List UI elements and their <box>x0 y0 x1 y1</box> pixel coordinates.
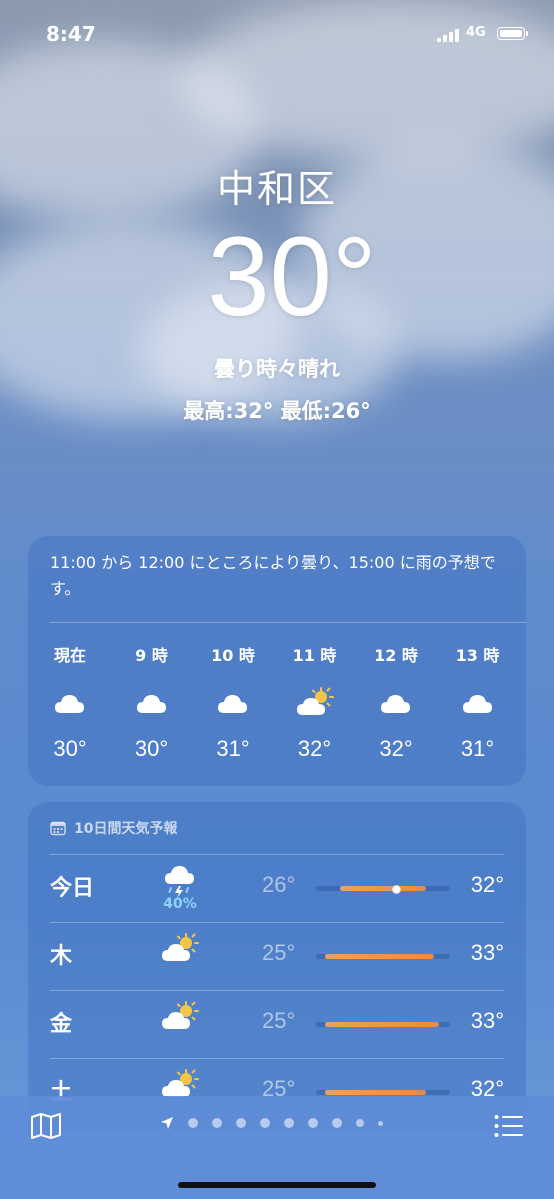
cloud-icon <box>120 682 184 722</box>
hour-label: 現在 <box>53 646 86 665</box>
page-dot[interactable] <box>284 1118 294 1128</box>
page-dot[interactable] <box>212 1118 222 1128</box>
hour-temperature: 30° <box>134 736 169 761</box>
temperature-range-bar <box>316 885 450 894</box>
day-low-temp: 25° <box>262 1008 296 1033</box>
hourly-forecast-card[interactable]: 11:00 から 12:00 にところにより曇り、15:00 に雨の予想です。 … <box>28 536 526 786</box>
temperature-range-fill <box>325 1090 426 1095</box>
day-high-temp: 32° <box>470 872 504 897</box>
cloud-icon <box>446 682 510 722</box>
divider <box>50 622 526 623</box>
cloud-icon <box>364 682 428 722</box>
temperature-range-fill <box>340 886 426 891</box>
current-temperature: 30° <box>207 214 377 339</box>
day-low-temp: 25° <box>262 940 296 965</box>
signal-icon <box>437 28 459 42</box>
current-temp-marker <box>391 885 401 894</box>
day-high-temp: 33° <box>470 1008 504 1033</box>
hour-temperature: 31° <box>216 736 250 761</box>
partly-sunny-icon <box>283 682 347 722</box>
map-icon[interactable] <box>30 1112 62 1144</box>
temperature-range-fill <box>325 1022 440 1027</box>
status-time: 8:47 <box>46 22 96 46</box>
hour-item: 11 時 32° <box>283 642 347 762</box>
city-name: 中和区 <box>216 167 337 211</box>
hour-item: 現在 30° <box>38 642 102 762</box>
temperature-range-bar <box>316 1090 450 1095</box>
day-row[interactable]: 木 25° 33° <box>28 922 526 990</box>
temperature-range-bar <box>316 954 450 959</box>
day-low-temp: 26° <box>262 872 296 897</box>
home-indicator[interactable] <box>178 1182 376 1188</box>
day-row[interactable]: 今日 40% 26° 32° <box>28 854 526 922</box>
partly-sunny-icon <box>160 932 200 968</box>
hour-item: 9 時 30° <box>120 642 184 762</box>
hour-label: 9 時 <box>135 646 168 665</box>
high-low-temperature: 最高:32° 最低:26° <box>183 399 371 423</box>
hour-item: 10 時 31° <box>201 642 265 762</box>
hour-item: 12 時 32° <box>364 642 428 762</box>
hour-item: 13 時 31° <box>446 642 510 762</box>
hour-temperature: 31° <box>460 736 495 761</box>
network-type: 4G <box>466 25 486 40</box>
cloud-icon <box>201 682 265 722</box>
weather-condition: 曇り時々晴れ <box>214 357 340 381</box>
precipitation-chance: 40% <box>163 896 197 912</box>
hour-label: 13 時 <box>455 646 500 665</box>
page-dot[interactable] <box>260 1118 270 1128</box>
page-dot[interactable] <box>236 1118 246 1128</box>
page-dot[interactable] <box>308 1118 318 1128</box>
partly-sunny-icon <box>160 1000 200 1036</box>
hour-temperature: 30° <box>53 736 87 761</box>
current-weather: 中和区 30° 曇り時々晴れ 最高:32° 最低:26° <box>0 158 554 425</box>
page-dot[interactable] <box>332 1118 342 1128</box>
day-name: 金 <box>50 1012 73 1037</box>
temperature-range-fill <box>325 954 434 959</box>
hour-temperature: 32° <box>379 736 413 761</box>
list-icon[interactable] <box>494 1114 524 1142</box>
page-dot[interactable] <box>356 1119 364 1127</box>
day-name: 今日 <box>50 876 95 901</box>
status-bar: 8:47 4G <box>0 18 554 48</box>
hour-temperature: 32° <box>297 736 332 761</box>
page-dot[interactable] <box>188 1118 198 1128</box>
day-row[interactable]: 金 25° 33° <box>28 990 526 1058</box>
cloud-icon <box>38 682 102 722</box>
bottom-toolbar <box>0 1096 554 1199</box>
forecast-summary: 11:00 から 12:00 にところにより曇り、15:00 に雨の予想です。 <box>50 553 496 598</box>
daily-forecast-card[interactable]: 10日間天気予報 今日 40% 26° 32° 木 25° 33° 金 25° 33° 土 25° 32… <box>28 802 526 1132</box>
day-high-temp: 33° <box>470 940 504 965</box>
battery-icon <box>497 27 528 40</box>
hour-label: 11 時 <box>292 646 337 665</box>
location-arrow-icon <box>161 1117 173 1129</box>
calendar-icon <box>50 821 66 836</box>
hour-label: 10 時 <box>211 646 255 665</box>
daily-forecast-header: 10日間天気予報 <box>50 818 177 838</box>
day-name: 木 <box>50 944 73 969</box>
page-dot[interactable] <box>378 1120 383 1126</box>
daily-forecast-title: 10日間天気予報 <box>74 821 178 837</box>
temperature-range-bar <box>316 1022 450 1027</box>
page-indicator[interactable] <box>160 1116 383 1130</box>
hour-label: 12 時 <box>374 646 418 665</box>
